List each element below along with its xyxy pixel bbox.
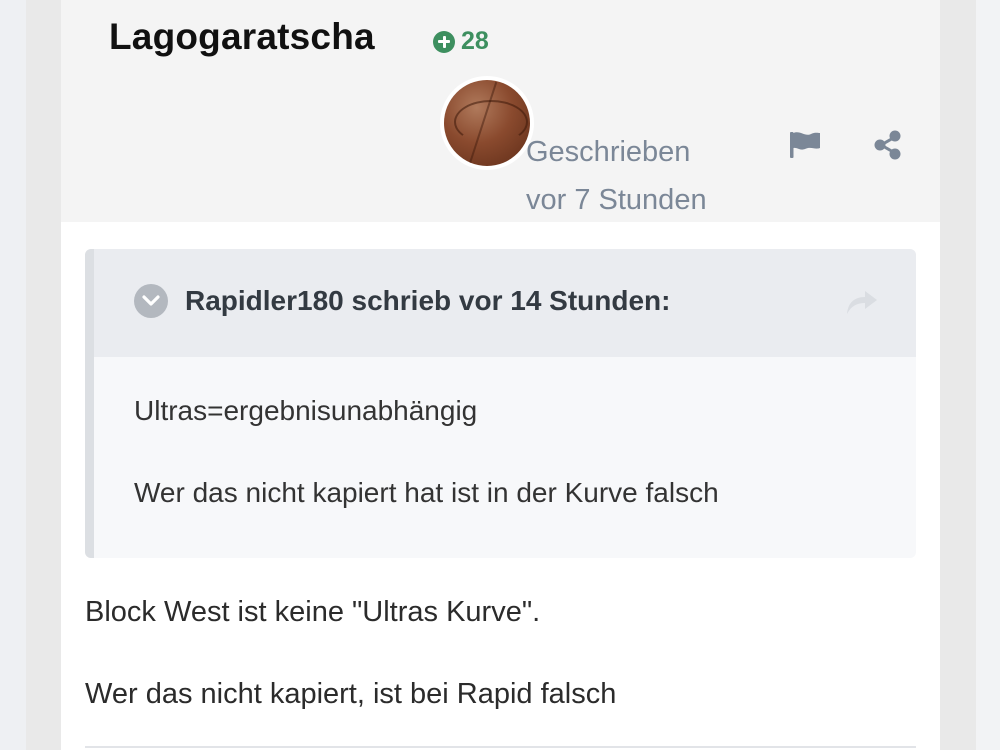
post-timestamp[interactable]: Geschrieben vor 7 Stunden [526, 128, 707, 224]
author-name[interactable]: Lagogaratscha [109, 16, 375, 58]
divider [85, 746, 916, 748]
quote-text-line: Wer das nicht kapiert hat ist in der Kur… [134, 477, 719, 508]
post-text-line: Wer das nicht kapiert, ist bei Rapid fal… [85, 678, 617, 710]
quote-header: Rapidler180 schrieb vor 14 Stunden: [94, 249, 916, 357]
quote-text-line: Ultras=ergebnisunabhängig [134, 395, 478, 426]
posted-label: Geschrieben [526, 136, 691, 168]
quote-block: Rapidler180 schrieb vor 14 Stunden: Ultr… [85, 249, 916, 558]
share-arrow-icon[interactable] [845, 287, 879, 317]
post-text-line: Block West ist keine "Ultras Kurve". [85, 596, 541, 628]
football-avatar-image [444, 80, 530, 166]
post-header: Lagogaratscha 28 Geschrieben vor 7 Stund… [61, 0, 940, 222]
page-gutter-right [976, 0, 1000, 750]
quote-left-bar [85, 249, 94, 558]
post-card: Lagogaratscha 28 Geschrieben vor 7 Stund… [61, 0, 940, 750]
flag-icon[interactable] [788, 130, 822, 160]
reputation-count: 28 [461, 27, 489, 55]
plus-circle-icon [433, 30, 455, 53]
posted-time: vor 7 Stunden [526, 184, 707, 216]
share-icon[interactable] [873, 130, 903, 160]
avatar[interactable] [440, 76, 534, 170]
chevron-down-icon[interactable] [134, 284, 168, 318]
quote-citation: Rapidler180 schrieb vor 14 Stunden: [185, 285, 671, 316]
reputation-badge[interactable]: 28 [433, 27, 489, 56]
page-gutter-left [0, 0, 26, 750]
